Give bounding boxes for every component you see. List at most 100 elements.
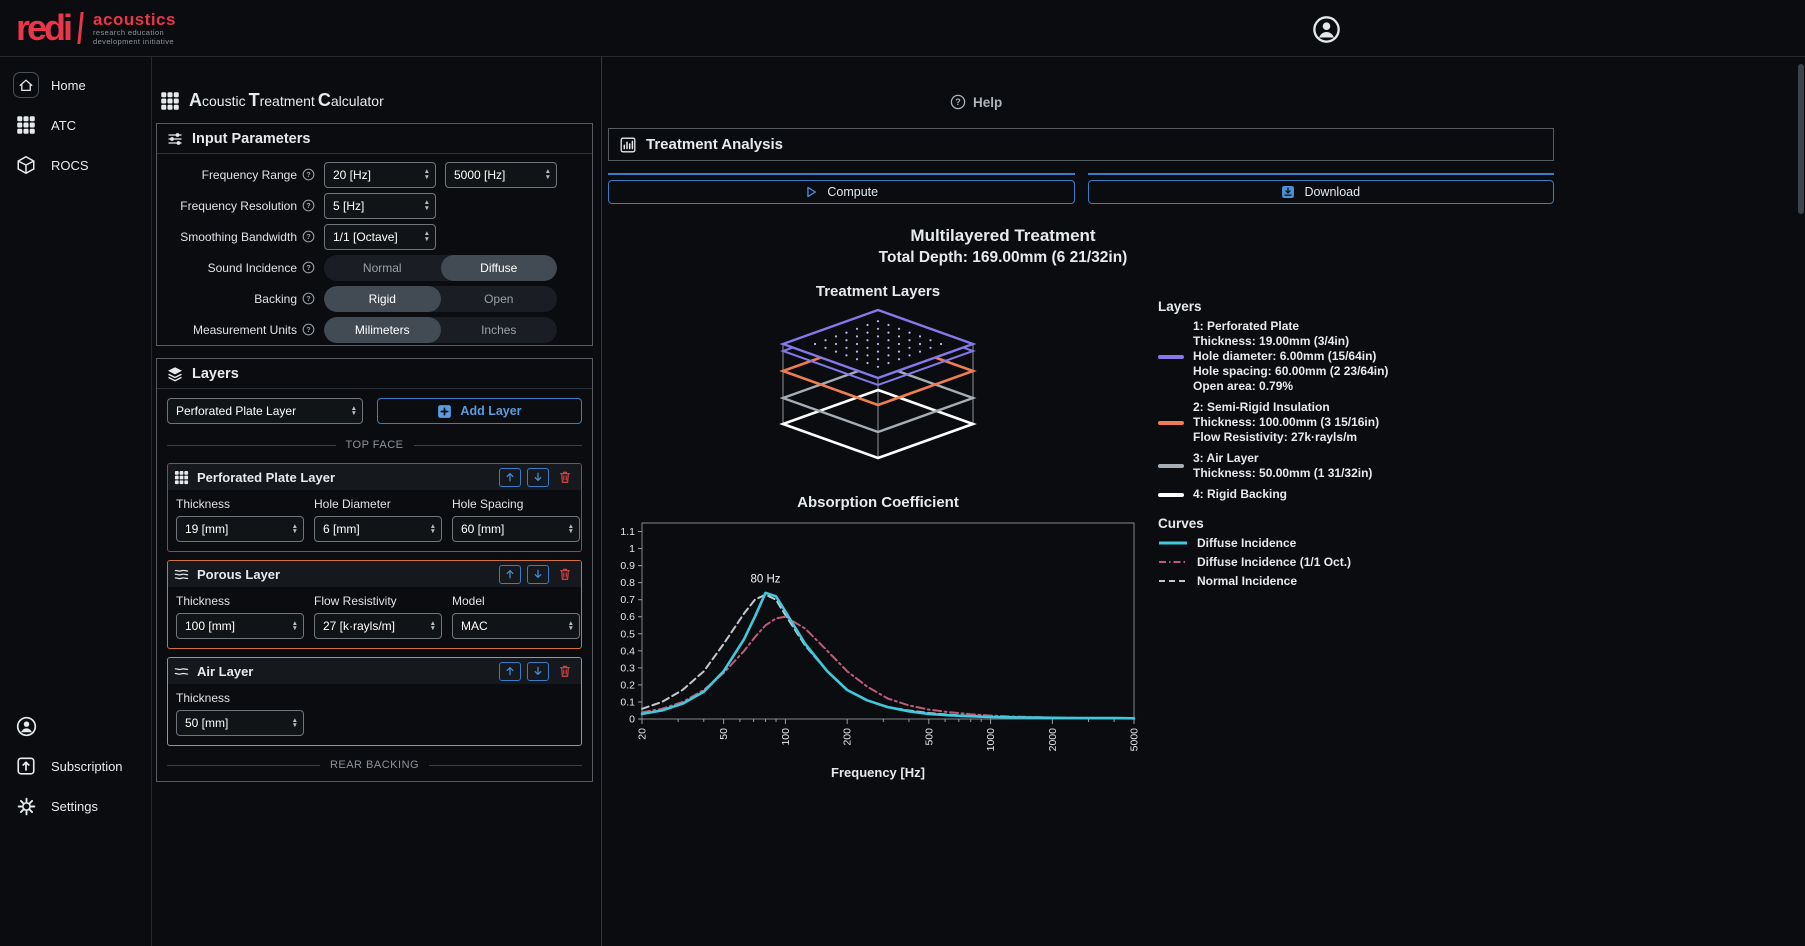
units-option-milimeters[interactable]: Milimeters — [324, 317, 441, 343]
stepper-icons[interactable] — [428, 524, 438, 535]
hole-spacing-input[interactable] — [452, 516, 580, 542]
add-layer-button[interactable]: Add Layer — [377, 398, 582, 424]
backing-option-rigid[interactable]: Rigid — [324, 286, 441, 312]
download-button[interactable]: Download — [1088, 180, 1555, 204]
stepper-icons[interactable] — [422, 200, 432, 211]
question-icon[interactable] — [302, 199, 315, 212]
sidebar-item-atc[interactable]: ATC — [0, 105, 151, 145]
frequency-resolution-value[interactable] — [333, 199, 422, 213]
backing-option-open[interactable]: Open — [441, 286, 558, 312]
svg-text:0: 0 — [629, 714, 635, 726]
thickness-input[interactable] — [176, 516, 304, 542]
app-logo[interactable]: redi acoustics research education develo… — [16, 10, 176, 46]
stepper-down-icon[interactable] — [424, 175, 430, 181]
stepper-icons[interactable] — [290, 621, 300, 632]
frequency-min-input[interactable] — [324, 162, 436, 188]
question-icon[interactable] — [302, 168, 315, 181]
column-divider — [601, 57, 602, 946]
scrollbar-thumb[interactable] — [1798, 64, 1804, 214]
input-parameters-header: Input Parameters — [157, 124, 592, 154]
question-icon[interactable] — [302, 261, 315, 274]
help-button[interactable]: Help — [950, 94, 1002, 110]
smoothing-bandwidth-select[interactable]: 1/1 [Octave] — [324, 224, 436, 250]
move-layer-down-button[interactable] — [527, 565, 549, 584]
page-scrollbar[interactable] — [1798, 60, 1804, 940]
divider-label: TOP FACE — [346, 439, 404, 451]
compute-button[interactable]: Compute — [608, 180, 1075, 204]
model-value: MAC — [461, 619, 488, 633]
frequency-resolution-input[interactable] — [324, 193, 436, 219]
legend-curve-item: Diffuse Incidence (1/1 Oct.) — [1158, 555, 1448, 569]
question-icon[interactable] — [302, 230, 315, 243]
stepper-icons[interactable] — [428, 621, 438, 632]
layer-type-select[interactable]: Perforated Plate Layer — [167, 398, 363, 424]
sound-incidence-option-diffuse[interactable]: Diffuse — [441, 255, 558, 281]
svg-text:0.6: 0.6 — [620, 611, 635, 623]
svg-text:0.1: 0.1 — [620, 696, 635, 708]
stepper-down-icon[interactable] — [292, 529, 298, 535]
stepper-icons[interactable] — [290, 524, 300, 535]
result-title: Multilayered Treatment — [608, 226, 1398, 246]
stepper-icons[interactable] — [422, 169, 432, 180]
svg-text:0.4: 0.4 — [620, 645, 635, 657]
thickness-value[interactable] — [185, 619, 290, 633]
frequency-max-value[interactable] — [454, 168, 543, 182]
sidebar-item-subscription[interactable]: Subscription — [0, 746, 151, 786]
units-option-inches[interactable]: Inches — [441, 317, 558, 343]
field-hole-spacing: Hole Spacing — [452, 497, 580, 542]
thickness-input[interactable] — [176, 710, 304, 736]
measurement-units-label: Measurement Units — [165, 323, 297, 337]
frequency-max-input[interactable] — [445, 162, 557, 188]
thickness-value[interactable] — [185, 522, 290, 536]
move-layer-down-button[interactable] — [527, 662, 549, 681]
delete-layer-button[interactable] — [555, 662, 575, 681]
curve-swatch-line — [1158, 539, 1188, 547]
delete-layer-button[interactable] — [555, 565, 575, 584]
hole-diameter-input[interactable] — [314, 516, 442, 542]
legend-layer-text: 4: Rigid Backing — [1193, 487, 1287, 502]
stepper-down-icon[interactable] — [568, 529, 574, 535]
svg-text:2000: 2000 — [1047, 728, 1059, 752]
layer-card-perforated-plate: Perforated Plate Layer Thickness Hole Di — [167, 463, 582, 552]
model-select[interactable]: MAC — [452, 613, 580, 639]
stepper-down-icon[interactable] — [292, 626, 298, 632]
account-icon[interactable] — [1312, 15, 1341, 44]
sidebar-item-home[interactable]: Home — [0, 65, 151, 105]
stepper-icons[interactable] — [543, 169, 553, 180]
stepper-icons[interactable] — [290, 718, 300, 729]
stepper-down-icon[interactable] — [430, 626, 436, 632]
move-layer-up-button[interactable] — [499, 468, 521, 487]
move-layer-down-button[interactable] — [527, 468, 549, 487]
download-label: Download — [1304, 185, 1360, 199]
sidebar-item-rocs[interactable]: ROCS — [0, 145, 151, 185]
frequency-min-value[interactable] — [333, 168, 422, 182]
sidebar-item-settings[interactable]: Settings — [0, 786, 151, 826]
sidebar-item-label: Subscription — [51, 759, 123, 774]
field-label: Thickness — [176, 594, 304, 608]
stepper-icons[interactable] — [566, 524, 576, 535]
stepper-down-icon[interactable] — [292, 723, 298, 729]
flow-resistivity-input[interactable] — [314, 613, 442, 639]
hole-diameter-value[interactable] — [323, 522, 428, 536]
thickness-input[interactable] — [176, 613, 304, 639]
select-chevrons-icon — [349, 406, 359, 417]
question-icon[interactable] — [302, 292, 315, 305]
thickness-value[interactable] — [185, 716, 290, 730]
layer-card-title: Air Layer — [197, 664, 491, 679]
sidebar-item-account[interactable] — [0, 706, 151, 746]
question-icon[interactable] — [302, 323, 315, 336]
stepper-down-icon[interactable] — [430, 529, 436, 535]
sound-incidence-option-normal[interactable]: Normal — [324, 255, 441, 281]
move-layer-up-button[interactable] — [499, 662, 521, 681]
page-title-word: Treatment — [249, 90, 315, 111]
hole-spacing-value[interactable] — [461, 522, 566, 536]
stepper-down-icon[interactable] — [545, 175, 551, 181]
flow-resistivity-value[interactable] — [323, 619, 428, 633]
move-layer-up-button[interactable] — [499, 565, 521, 584]
layer-card-porous: Porous Layer Thickness Flow Resistivity — [167, 560, 582, 649]
legend-swatch — [1158, 421, 1184, 425]
smoothing-bandwidth-label: Smoothing Bandwidth — [165, 230, 297, 244]
stepper-down-icon[interactable] — [424, 206, 430, 212]
delete-layer-button[interactable] — [555, 468, 575, 487]
sound-incidence-label: Sound Incidence — [165, 261, 297, 275]
